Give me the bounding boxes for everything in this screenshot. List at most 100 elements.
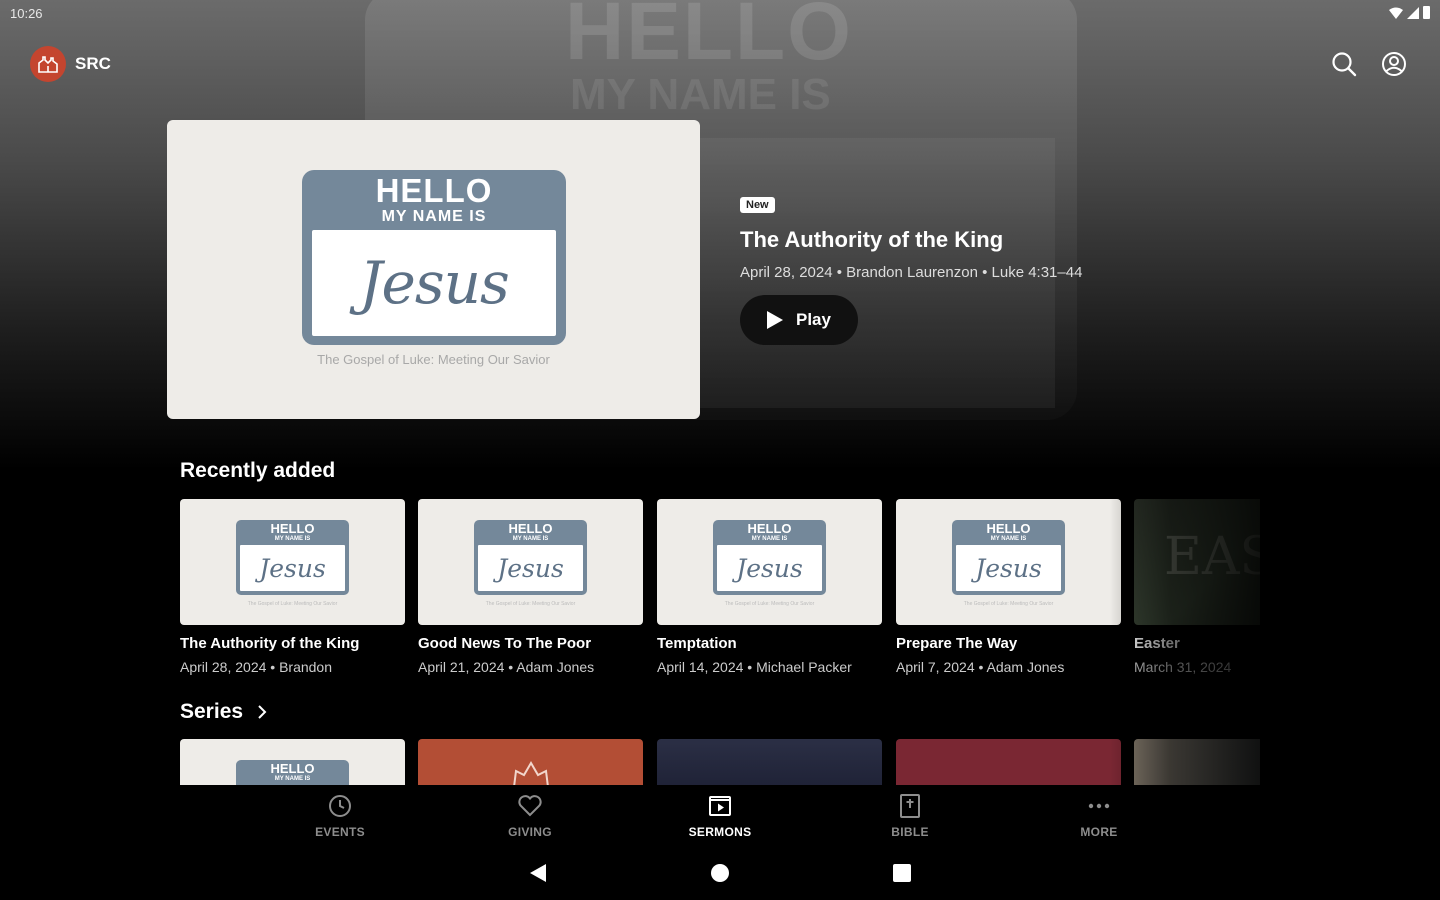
nav-bible[interactable]: BIBLE (850, 793, 970, 839)
status-icons (1389, 6, 1430, 19)
series-title: Series (180, 700, 244, 723)
sermon-thumbnail: HELLO MY NAME IS Jesus The Gospel of Luk… (896, 499, 1121, 625)
sermon-thumbnail: HELLO MY NAME IS Jesus The Gospel of Luk… (418, 499, 643, 625)
account-circle-icon (1382, 52, 1406, 76)
bottom-navigation: EVENTS GIVING SERMONS BIBLE MORE (0, 785, 1440, 845)
name-tag-graphic: HELLO MY NAME IS Jesus (302, 170, 566, 345)
featured-sermon-title: The Authority of the King (740, 227, 1004, 252)
nav-label: EVENTS (315, 825, 365, 839)
artwork-hello: HELLO (375, 172, 493, 209)
nav-giving[interactable]: GIVING (470, 793, 590, 839)
system-navigation-bar (0, 845, 1440, 900)
series-card[interactable] (418, 739, 643, 785)
sermon-thumbnail: HELLO MY NAME IS Jesus The Gospel of Luk… (657, 499, 882, 625)
sermon-meta: March 31, 2024 (1134, 659, 1232, 675)
flame-icon (513, 761, 549, 785)
wifi-icon (1389, 7, 1403, 19)
thumbnail-name: Jesus (736, 553, 803, 583)
nav-label: GIVING (508, 825, 552, 839)
series-my-name-is: MY NAME IS (274, 776, 311, 782)
home-circle-icon (711, 864, 729, 882)
thumbnail-art-text: EAS (1164, 527, 1260, 587)
back-triangle-icon (530, 864, 546, 882)
artwork-my-name-is: MY NAME IS (381, 208, 487, 225)
series-card[interactable] (1134, 739, 1260, 785)
recently-added-title: Recently added (180, 459, 336, 482)
series-card[interactable] (657, 739, 882, 785)
sermon-title: The Authority of the King (180, 635, 360, 652)
sermon-title: Good News To The Poor (418, 635, 592, 652)
account-button[interactable] (1380, 50, 1408, 78)
artwork-name: Jesus (359, 249, 509, 317)
back-button[interactable] (526, 861, 550, 885)
thumbnail-my-name-is: MY NAME IS (512, 536, 549, 542)
thumbnail-name: Jesus (259, 553, 326, 583)
background-my-name-text: MY NAME IS (570, 70, 831, 119)
sermon-card[interactable]: HELLO MY NAME IS Jesus The Gospel of Luk… (896, 499, 1121, 675)
more-dots-icon (1088, 803, 1110, 809)
series-card[interactable] (896, 739, 1121, 785)
thumbnail-name: Jesus (497, 553, 564, 583)
thumbnail-name-tag: HELLO MY NAME IS Jesus (713, 520, 826, 595)
chevron-right-icon (258, 705, 267, 719)
featured-sermon-artwork[interactable]: HELLO MY NAME IS Jesus The Gospel of Luk… (167, 120, 700, 419)
nav-label: BIBLE (891, 825, 929, 839)
app-brand[interactable]: SRC (30, 46, 111, 82)
thumbnail-name-tag: HELLO MY NAME IS Jesus (474, 520, 587, 595)
sermon-card[interactable]: EAS Easter March 31, 2024 (1134, 499, 1260, 675)
thumbnail-subtitle: The Gospel of Luke: Meeting Our Savior (963, 601, 1054, 607)
series-rail[interactable]: HELLO MY NAME IS (180, 739, 1260, 785)
thumbnail-my-name-is: MY NAME IS (274, 536, 311, 542)
thumbnail-name-area: Jesus (717, 545, 822, 591)
thumbnail-subtitle: The Gospel of Luke: Meeting Our Savior (724, 601, 815, 607)
thumbnail-subtitle: The Gospel of Luke: Meeting Our Savior (485, 601, 576, 607)
series-header[interactable]: Series (180, 700, 267, 724)
play-label: Play (796, 310, 831, 329)
battery-icon (1423, 6, 1430, 19)
status-time: 10:26 (10, 6, 43, 21)
play-square-icon (709, 796, 731, 816)
recently-added-rail[interactable]: HELLO MY NAME IS Jesus The Gospel of Luk… (180, 499, 1260, 689)
book-icon (900, 794, 920, 818)
sermon-meta: April 21, 2024 • Adam Jones (418, 659, 595, 675)
home-button[interactable] (708, 861, 732, 885)
series-name-tag: HELLO MY NAME IS (236, 760, 349, 785)
thumbnail-my-name-is: MY NAME IS (751, 536, 788, 542)
app-name: SRC (75, 54, 111, 73)
series-card[interactable]: HELLO MY NAME IS (180, 739, 405, 785)
recents-button[interactable] (890, 861, 914, 885)
sermon-thumbnail: HELLO MY NAME IS Jesus The Gospel of Luk… (180, 499, 405, 625)
thumbnail-name-area: Jesus (240, 545, 345, 591)
sermon-card[interactable]: HELLO MY NAME IS Jesus The Gospel of Luk… (418, 499, 643, 675)
sermon-meta: April 28, 2024 • Brandon (180, 659, 333, 675)
thumbnail-name-tag: HELLO MY NAME IS Jesus (952, 520, 1065, 595)
thumbnail-subtitle: The Gospel of Luke: Meeting Our Savior (247, 601, 338, 607)
series-hello: HELLO (270, 761, 315, 776)
thumbnail-hello: HELLO (747, 521, 792, 536)
sermon-title: Temptation (657, 635, 737, 652)
nav-sermons[interactable]: SERMONS (660, 793, 780, 839)
heart-icon (518, 795, 542, 817)
search-icon (1332, 52, 1357, 77)
featured-sermon-info: New The Authority of the King April 28, … (740, 195, 1082, 345)
sermon-card[interactable]: HELLO MY NAME IS Jesus The Gospel of Luk… (657, 499, 882, 675)
sermon-card[interactable]: HELLO MY NAME IS Jesus The Gospel of Luk… (180, 499, 405, 675)
nav-events[interactable]: EVENTS (280, 793, 400, 839)
thumbnail-hello: HELLO (986, 521, 1031, 536)
search-button[interactable] (1330, 50, 1358, 78)
church-logo-icon (30, 46, 66, 82)
sermon-meta: April 14, 2024 • Michael Packer (657, 659, 852, 675)
nav-more[interactable]: MORE (1039, 793, 1159, 839)
thumbnail-hello: HELLO (508, 521, 553, 536)
thumbnail-name-area: Jesus (956, 545, 1061, 591)
thumbnail-my-name-is: MY NAME IS (990, 536, 1027, 542)
clock-icon (329, 795, 351, 817)
signal-icon (1407, 6, 1419, 19)
play-button[interactable]: Play (740, 295, 858, 345)
thumbnail-name-area: Jesus (478, 545, 583, 591)
featured-sermon-meta: April 28, 2024 • Brandon Laurenzon • Luk… (740, 264, 1083, 281)
nav-label: MORE (1080, 825, 1118, 839)
sermon-title: Prepare The Way (896, 635, 1018, 652)
play-icon (767, 311, 783, 329)
thumbnail-name-tag: HELLO MY NAME IS Jesus (236, 520, 349, 595)
